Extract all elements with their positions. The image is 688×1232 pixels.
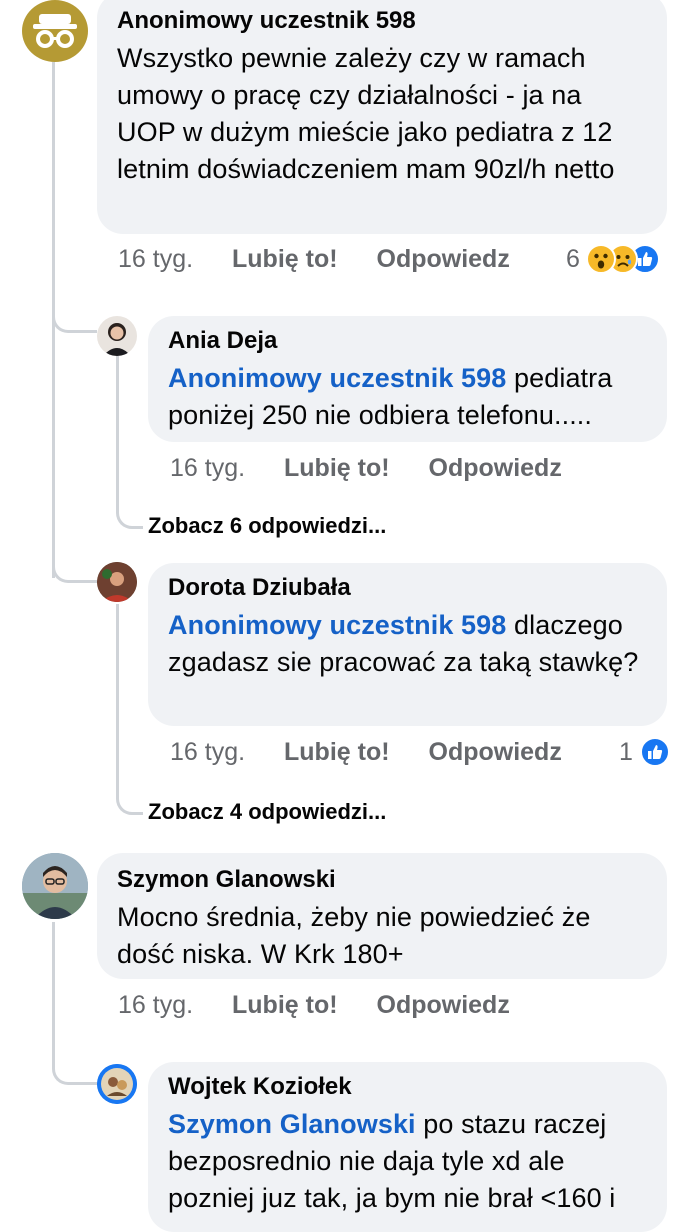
wow-icon xyxy=(586,244,616,274)
reactions[interactable] xyxy=(586,244,668,276)
view-replies-link[interactable]: Zobacz 6 odpowiedzi... xyxy=(148,513,386,539)
view-replies-link[interactable]: Zobacz 4 odpowiedzi... xyxy=(148,799,386,825)
comment-time[interactable]: 16 tyg. xyxy=(118,991,193,1020)
comment-actions: 16 tyg. Lubię to! Odpowiedz xyxy=(118,991,510,1020)
comment-author[interactable]: Szymon Glanowski xyxy=(117,865,645,895)
like-button[interactable]: Lubię to! xyxy=(232,991,338,1020)
reply-button[interactable]: Odpowiedz xyxy=(429,738,562,767)
comment-bubble: Dorota Dziubała Anonimowy uczestnik 598 … xyxy=(148,563,667,726)
reply-thread-line xyxy=(116,356,119,496)
comment-author[interactable]: Wojtek Koziołek xyxy=(168,1072,645,1102)
avatar[interactable] xyxy=(97,1064,137,1104)
comment-author[interactable]: Ania Deja xyxy=(168,326,645,356)
reply-thread-connector xyxy=(116,776,143,815)
comment-bubble: Anonimowy uczestnik 598 Wszystko pewnie … xyxy=(97,0,667,234)
reply-thread-line xyxy=(116,604,119,784)
mention-link[interactable]: Anonimowy uczestnik 598 xyxy=(168,610,506,640)
avatar[interactable] xyxy=(97,316,137,356)
comment-text: Mocno średnia, żeby nie powiedzieć że do… xyxy=(117,902,591,969)
comment-text-wrap: Anonimowy uczestnik 598 dlaczego zgadasz… xyxy=(168,607,645,681)
incognito-icon xyxy=(33,14,77,48)
comment-text-wrap: Szymon Glanowski po stazu raczej bezposr… xyxy=(168,1106,645,1217)
like-icon[interactable] xyxy=(640,737,670,767)
comment-author[interactable]: Dorota Dziubała xyxy=(168,573,645,603)
comment-text: Wszystko pewnie zależy czy w ramach umow… xyxy=(117,43,615,184)
comment-time[interactable]: 16 tyg. xyxy=(118,245,193,274)
avatar[interactable] xyxy=(22,0,88,62)
mention-link[interactable]: Anonimowy uczestnik 598 xyxy=(168,363,506,393)
like-button[interactable]: Lubię to! xyxy=(284,454,390,483)
reply-button[interactable]: Odpowiedz xyxy=(377,245,510,274)
like-button[interactable]: Lubię to! xyxy=(284,738,390,767)
comment-text-wrap: Anonimowy uczestnik 598 pediatra poniżej… xyxy=(168,360,645,434)
comment-time[interactable]: 16 tyg. xyxy=(170,454,245,483)
reaction-count[interactable]: 6 xyxy=(566,245,580,274)
like-button[interactable]: Lubię to! xyxy=(232,245,338,274)
reaction-count[interactable]: 1 xyxy=(619,738,633,767)
thread-line xyxy=(52,922,55,1042)
reply-thread-connector xyxy=(116,490,143,529)
comment-time[interactable]: 16 tyg. xyxy=(170,738,245,767)
thread-connector xyxy=(52,1040,97,1085)
comment-bubble: Ania Deja Anonimowy uczestnik 598 pediat… xyxy=(148,316,667,442)
reply-button[interactable]: Odpowiedz xyxy=(429,454,562,483)
comment-actions: 16 tyg. Lubię to! Odpowiedz xyxy=(170,454,562,483)
reply-button[interactable]: Odpowiedz xyxy=(377,991,510,1020)
comment-author[interactable]: Anonimowy uczestnik 598 xyxy=(117,6,645,36)
comment-bubble: Wojtek Koziołek Szymon Glanowski po staz… xyxy=(148,1062,667,1232)
thread-connector xyxy=(52,290,97,333)
mention-link[interactable]: Szymon Glanowski xyxy=(168,1109,416,1139)
avatar[interactable] xyxy=(97,562,137,602)
thread-connector xyxy=(52,540,97,583)
comment-actions: 16 tyg. Lubię to! Odpowiedz xyxy=(170,738,562,767)
comment-bubble: Szymon Glanowski Mocno średnia, żeby nie… xyxy=(97,853,667,979)
comment-actions: 16 tyg. Lubię to! Odpowiedz xyxy=(118,245,510,274)
avatar[interactable] xyxy=(22,853,88,919)
